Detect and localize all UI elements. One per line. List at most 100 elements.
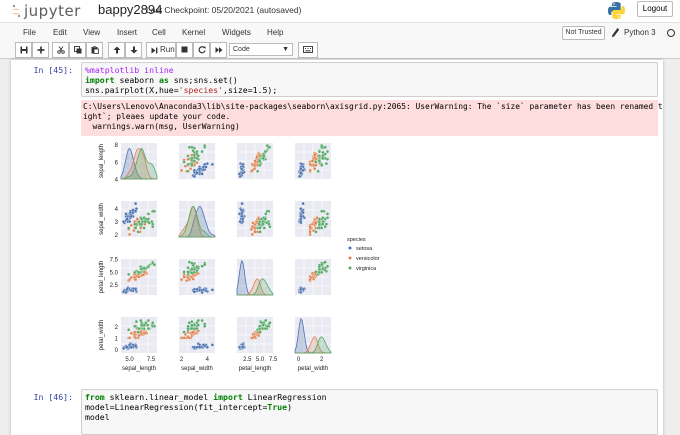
chevron-down-icon: ▼: [282, 46, 289, 53]
scatter-point-virginica: [321, 216, 325, 220]
scatter-point-setosa: [133, 209, 138, 213]
scatter-point-versicolor: [250, 336, 255, 340]
scatter-point-virginica: [261, 156, 265, 161]
stderr-output: C:\Users\Lenovo\Anaconda3\lib\site-packa…: [81, 100, 663, 136]
stderr-line: ight`; pleaes update your code.: [83, 112, 231, 121]
x-tick-label: 5.0: [125, 357, 134, 363]
not-trusted-button[interactable]: Not Trusted: [562, 26, 605, 40]
scatter-point-setosa: [240, 201, 244, 206]
scatter-point-virginica: [262, 226, 266, 230]
interrupt-button[interactable]: [176, 42, 193, 58]
cut-button[interactable]: [52, 42, 69, 58]
scatter-point-virginica: [186, 324, 190, 328]
scatter-point-setosa: [301, 201, 305, 206]
scatter-point-versicolor: [250, 225, 255, 229]
scatter-point-virginica: [186, 169, 190, 173]
run-button[interactable]: Run: [146, 42, 176, 58]
scatter-point-setosa: [237, 172, 242, 176]
scatter-point-virginica: [146, 265, 151, 269]
scatter-point-versicolor: [308, 277, 312, 282]
scatter-point-virginica: [257, 163, 262, 167]
save-button[interactable]: [15, 42, 32, 58]
copy-button[interactable]: [69, 42, 86, 58]
scatter-point-virginica: [186, 162, 190, 167]
scatter-point-setosa: [210, 162, 215, 167]
code-cell-input[interactable]: %matplotlib inline import seaborn as sns…: [81, 62, 658, 97]
scatter-point-versicolor: [133, 330, 137, 334]
move-up-button[interactable]: [108, 42, 125, 58]
x-axis-label: petal_width: [298, 366, 328, 372]
scatter-point-virginica: [137, 219, 141, 224]
cell-type-select[interactable]: Code ▼: [229, 43, 293, 56]
page-scrollbar[interactable]: [670, 60, 680, 435]
scatter-point-virginica: [127, 226, 131, 230]
scatter-point-setosa: [299, 167, 303, 171]
restart-icon: [198, 46, 206, 54]
scatter-point-virginica: [182, 160, 186, 164]
scatter-point-virginica: [320, 163, 324, 167]
toolbar: Run Code ▼: [0, 42, 680, 59]
scatter-point-versicolor: [133, 336, 138, 340]
logout-button[interactable]: Logout: [637, 1, 673, 17]
code-cell-input[interactable]: from sklearn.linear_model import LinearR…: [81, 389, 658, 435]
scatter-point-virginica: [265, 209, 269, 213]
menu-kernel[interactable]: Kernel: [182, 28, 205, 37]
scatter-point-virginica: [261, 222, 265, 226]
paste-icon: [91, 46, 99, 54]
scatter-point-virginica: [147, 221, 151, 225]
menu-help[interactable]: Help: [267, 28, 283, 37]
menu-widgets[interactable]: Widgets: [222, 28, 251, 37]
scissors-icon: [56, 46, 65, 54]
scatter-point-virginica: [142, 226, 146, 230]
scatter-point-virginica: [195, 149, 199, 154]
scatter-point-virginica: [146, 212, 151, 216]
kernel-name: Python 3: [624, 28, 656, 37]
insert-cell-button[interactable]: [32, 42, 49, 58]
scatter-point-virginica: [320, 143, 324, 148]
legend-title: species: [347, 237, 366, 243]
code-line: import seaborn as sns;sns.set(): [85, 75, 238, 85]
scatter-point-virginica: [317, 270, 322, 275]
y-tick-label: 0: [115, 348, 119, 354]
x-tick-label: 7.5: [147, 357, 156, 363]
paste-button[interactable]: [86, 42, 103, 58]
scatter-point-virginica: [127, 272, 131, 277]
scatter-point-setosa: [129, 214, 133, 219]
pencil-icon[interactable]: [611, 27, 620, 38]
x-tick-label: 4: [206, 357, 210, 363]
menu-insert[interactable]: Insert: [117, 28, 137, 37]
scatter-point-virginica: [192, 270, 197, 275]
scatter-point-virginica: [133, 270, 137, 275]
scatter-point-virginica: [192, 326, 197, 331]
code-line: from sklearn.linear_model import LinearR…: [85, 392, 327, 402]
scatter-point-virginica: [152, 209, 157, 213]
plus-icon: [37, 46, 44, 54]
scatter-point-versicolor: [308, 225, 312, 229]
scatter-point-virginica: [317, 149, 322, 154]
scatter-point-virginica: [152, 324, 157, 328]
move-down-button[interactable]: [125, 42, 142, 58]
scatter-point-virginica: [321, 156, 325, 161]
y-axis-label: sepal_width: [99, 203, 105, 235]
menu-file[interactable]: File: [23, 28, 36, 37]
command-palette-button[interactable]: [298, 42, 318, 58]
python-logo-icon: [607, 1, 626, 20]
scatter-point-virginica: [321, 222, 325, 226]
scatter-point-virginica: [265, 143, 269, 148]
restart-button[interactable]: [193, 42, 210, 58]
menu-cell[interactable]: Cell: [152, 28, 166, 37]
scatter-point-virginica: [321, 267, 325, 271]
scatter-point-virginica: [325, 212, 330, 216]
scatter-point-virginica: [203, 143, 207, 148]
scatter-point-versicolor: [127, 277, 132, 282]
scatter-point-versicolor: [308, 230, 312, 234]
scatter-point-versicolor: [127, 336, 132, 340]
menu-view[interactable]: View: [83, 28, 100, 37]
restart-run-all-button[interactable]: [210, 42, 227, 58]
y-tick-label: 4: [115, 178, 119, 184]
code-line: model: [85, 412, 110, 422]
scatter-point-virginica: [134, 319, 139, 324]
scatter-point-versicolor: [250, 162, 255, 167]
kernel-idle-icon: [667, 29, 675, 37]
menu-edit[interactable]: Edit: [53, 28, 67, 37]
